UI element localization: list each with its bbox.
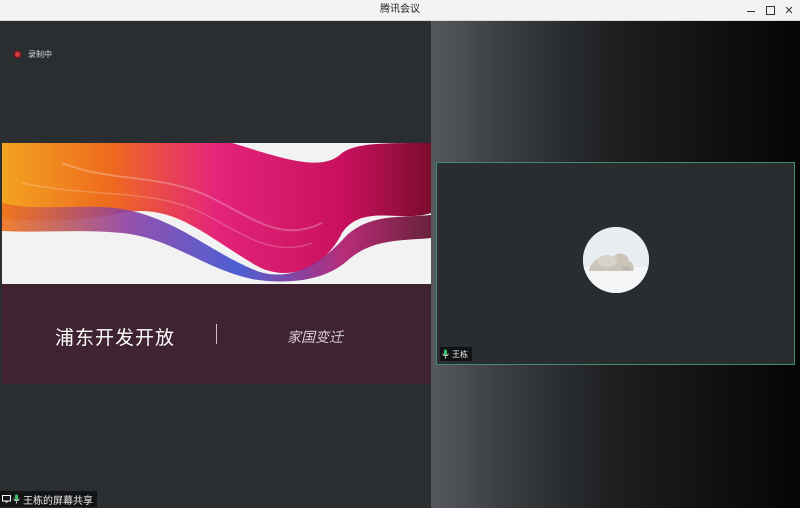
slide-banner-image <box>2 143 431 284</box>
screen-share-area: 录制中 浦东开发开放 家国变迁 王栋的屏幕共享 <box>0 21 431 508</box>
slide-main-title: 浦东开发开放 <box>55 327 176 349</box>
screen-share-owner-text: 王栋的屏幕共享 <box>23 495 93 507</box>
slide-divider <box>216 324 217 344</box>
avatar <box>583 227 649 293</box>
shared-slide: 浦东开发开放 家国变迁 <box>2 143 431 384</box>
participant-name-tag: 王栋 <box>440 347 472 361</box>
minimize-icon <box>747 10 755 12</box>
avatar-image <box>583 227 649 293</box>
close-button[interactable]: ✕ <box>778 0 800 20</box>
participant-gallery: 王栋 <box>431 21 800 508</box>
maximize-icon <box>765 5 775 15</box>
screen-share-owner-label: 王栋的屏幕共享 <box>0 491 97 507</box>
mic-icon <box>442 349 449 359</box>
screen-share-icon <box>2 495 11 503</box>
record-dot-icon <box>13 50 22 59</box>
slide-subtitle: 家国变迁 <box>287 330 343 346</box>
meeting-window: 腾讯会议 ✕ 录制中 浦东开发开放 家国变迁 王栋的屏幕共享 王栋 <box>0 0 800 508</box>
recording-indicator: 录制中 <box>13 49 52 60</box>
participant-name: 王栋 <box>452 349 468 359</box>
window-title: 腾讯会议 <box>380 4 420 15</box>
title-bar: 腾讯会议 ✕ <box>0 0 800 21</box>
close-icon: ✕ <box>784 3 794 17</box>
recording-label: 录制中 <box>28 50 52 59</box>
slide-caption-band: 浦东开发开放 家国变迁 <box>2 284 431 384</box>
ribbon-wave-graphic <box>2 143 431 282</box>
participant-video-tile[interactable]: 王栋 <box>436 162 795 365</box>
mic-icon <box>13 494 20 504</box>
